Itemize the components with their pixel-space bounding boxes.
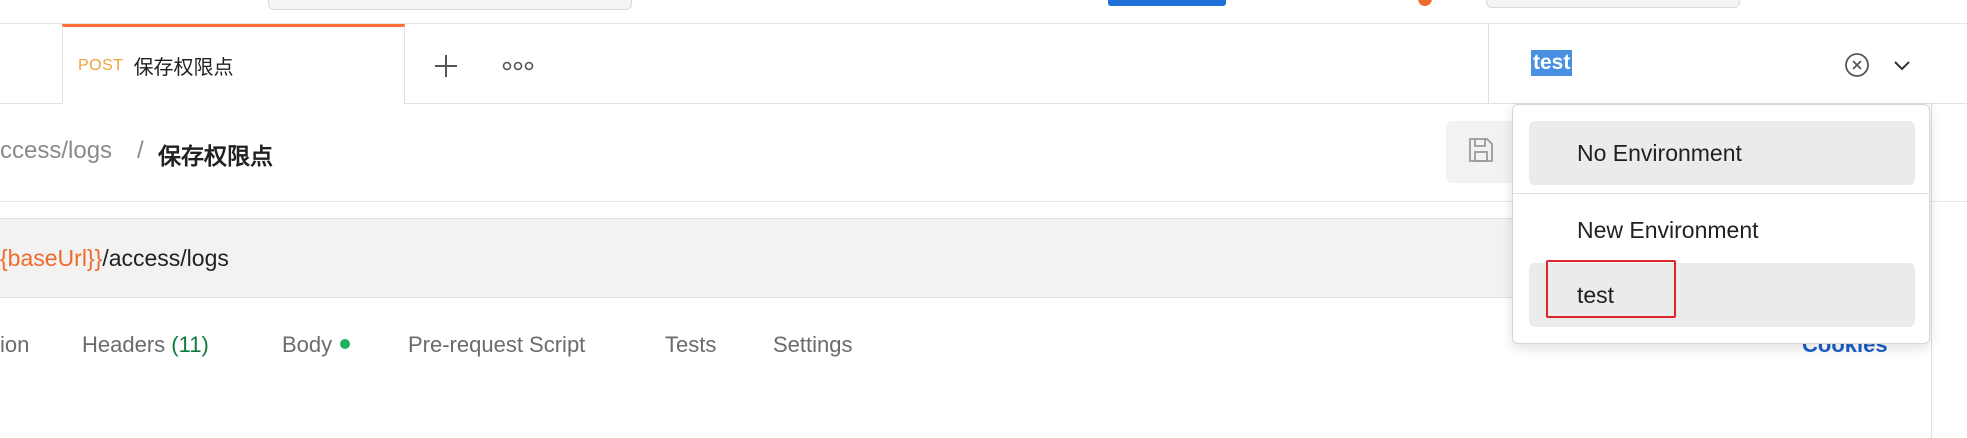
top-notification-icon[interactable] [1418,0,1432,6]
top-blue-button[interactable] [1108,0,1226,6]
breadcrumb-parent[interactable]: ccess/logs [0,137,112,165]
body-indicator-dot [340,339,351,350]
top-right-box[interactable] [1486,0,1740,8]
chevron-down-icon[interactable] [1889,52,1915,78]
tab-title: 保存权限点 [133,55,234,79]
dropdown-divider [1513,193,1929,194]
url-input[interactable]: {baseUrl}}/access/logs [0,245,229,272]
tab-headers-label: Headers [82,332,166,357]
tab-method-label: POST [78,56,124,74]
tab-headers-count: (11) [171,332,209,357]
save-icon [1466,135,1496,170]
top-search-box[interactable] [268,0,632,10]
tab-settings[interactable]: Settings [773,332,853,358]
clear-circle-icon[interactable] [1844,52,1870,78]
more-horizontal-icon[interactable] [500,50,536,82]
top-bar [0,0,1967,24]
url-path: /access/logs [102,245,229,271]
url-bar[interactable]: {baseUrl}}/access/logs [0,218,1540,298]
environment-name[interactable]: test [1531,50,1573,76]
tab-headers[interactable]: Headers (11) [82,332,209,358]
dropdown-item-new-environment[interactable]: New Environment [1529,198,1915,262]
save-button[interactable] [1446,121,1516,183]
request-tab[interactable]: POST 保存权限点 [62,24,405,104]
tab-body[interactable]: Body [282,332,351,358]
breadcrumb-current: 保存权限点 [158,144,273,170]
plus-icon[interactable] [430,50,462,82]
dropdown-item-test[interactable]: test [1529,263,1915,327]
tab-tests[interactable]: Tests [665,332,716,358]
right-divider [1931,104,1932,438]
breadcrumb-separator: / [137,137,144,164]
dropdown-item-no-environment[interactable]: No Environment [1529,121,1915,185]
tab-pre-request-script[interactable]: Pre-request Script [408,332,585,358]
environment-dropdown: No Environment New Environment test [1512,104,1930,344]
tab-authorization[interactable]: ion [0,332,29,358]
tab-body-label: Body [282,332,333,357]
url-variable: {baseUrl}} [0,245,103,271]
tab-row: POST 保存权限点 test [0,24,1967,104]
environment-selector[interactable]: test [1488,24,1967,104]
